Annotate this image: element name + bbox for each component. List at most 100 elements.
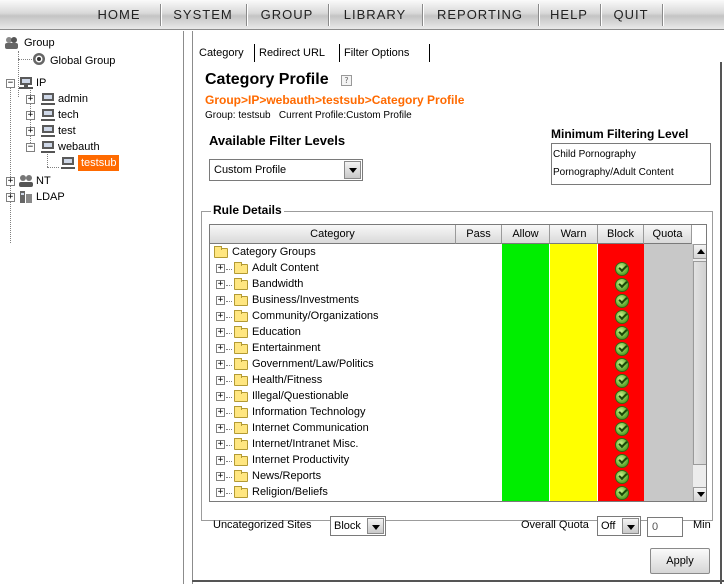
tab-category[interactable]: Category [199, 47, 244, 59]
menu-system[interactable]: SYSTEM [166, 0, 240, 30]
expand-icon[interactable]: + [6, 177, 15, 186]
column-header-pass[interactable]: Pass [456, 225, 502, 244]
apply-button[interactable]: Apply [650, 548, 710, 574]
check-icon[interactable] [615, 454, 629, 468]
expand-icon[interactable]: + [216, 456, 225, 465]
tab-redirect-url[interactable]: Redirect URL [259, 47, 325, 59]
dropdown-arrow-icon[interactable] [367, 518, 384, 534]
expand-icon[interactable]: + [216, 440, 225, 449]
table-row[interactable]: + Religion/Beliefs [210, 485, 692, 501]
tree-line [226, 333, 232, 334]
overall-quota-select[interactable]: Off [597, 516, 641, 536]
menu-group[interactable]: GROUP [252, 0, 322, 30]
expand-icon[interactable]: + [216, 344, 225, 353]
check-icon[interactable] [615, 438, 629, 452]
table-row[interactable]: + Community/Organizations [210, 309, 692, 325]
table-row[interactable]: + Internet/Intranet Misc. [210, 437, 692, 453]
folder-icon [234, 278, 248, 290]
menu-quit[interactable]: QUIT [606, 0, 656, 30]
expand-icon[interactable]: + [216, 280, 225, 289]
table-row[interactable]: + News/Reports [210, 469, 692, 485]
check-icon[interactable] [615, 262, 629, 276]
tree-item-ldap[interactable]: + LDAP [4, 189, 74, 205]
filter-level-select[interactable]: Custom Profile [209, 159, 363, 181]
table-row[interactable]: + Bandwidth [210, 277, 692, 293]
scrollbar-thumb[interactable] [693, 261, 706, 465]
expand-icon[interactable]: + [216, 328, 225, 337]
minutes-unit-label: Min [693, 519, 711, 531]
check-icon[interactable] [615, 294, 629, 308]
expand-icon[interactable]: + [6, 193, 15, 202]
table-row[interactable]: + Internet Communication [210, 421, 692, 437]
table-row[interactable]: + Education [210, 325, 692, 341]
table-row[interactable]: + Entertainment [210, 341, 692, 357]
tree-item-webauth[interactable]: − webauth [24, 139, 114, 155]
quota-minutes-input[interactable]: 0 [647, 517, 683, 537]
check-icon[interactable] [615, 422, 629, 436]
check-icon[interactable] [615, 470, 629, 484]
menu-reporting[interactable]: REPORTING [428, 0, 532, 30]
tree-item-test[interactable]: + test [24, 123, 104, 139]
uncategorized-action-select[interactable]: Block [330, 516, 386, 536]
tab-filter-options[interactable]: Filter Options [344, 47, 409, 59]
tree-item-admin[interactable]: + admin [24, 91, 104, 107]
dropdown-arrow-icon[interactable] [622, 518, 639, 534]
ldap-directory-icon [20, 191, 32, 203]
collapse-icon[interactable]: − [6, 79, 15, 88]
check-icon[interactable] [615, 278, 629, 292]
check-icon[interactable] [615, 310, 629, 324]
column-header-warn[interactable]: Warn [550, 225, 598, 244]
column-header-block[interactable]: Block [598, 225, 644, 244]
expand-icon[interactable]: + [26, 95, 35, 104]
check-icon[interactable] [615, 358, 629, 372]
scroll-down-icon[interactable] [693, 487, 706, 501]
check-icon[interactable] [615, 342, 629, 356]
top-menu-bar: HOME SYSTEM GROUP LIBRARY REPORTING HELP… [0, 0, 724, 30]
tree-item-nt[interactable]: + NT [4, 173, 64, 189]
expand-icon[interactable]: + [216, 312, 225, 321]
menu-help[interactable]: HELP [544, 0, 594, 30]
category-name: Religion/Beliefs [252, 486, 328, 498]
check-icon[interactable] [615, 374, 629, 388]
table-row[interactable]: + Government/Law/Politics [210, 357, 692, 373]
scroll-up-icon[interactable] [693, 244, 706, 259]
expand-icon[interactable]: + [216, 264, 225, 273]
check-icon[interactable] [615, 390, 629, 404]
expand-icon[interactable]: + [216, 488, 225, 497]
table-row[interactable]: + Internet Productivity [210, 453, 692, 469]
check-icon[interactable] [615, 486, 629, 500]
expand-icon[interactable]: + [26, 111, 35, 120]
tree-item-ip[interactable]: − IP [4, 75, 64, 91]
table-row[interactable]: + Information Technology [210, 405, 692, 421]
column-header-allow[interactable]: Allow [502, 225, 550, 244]
tree-item-tech[interactable]: + tech [24, 107, 104, 123]
folder-icon [234, 438, 248, 450]
table-row[interactable]: + Business/Investments [210, 293, 692, 309]
table-row[interactable]: + Illegal/Questionable [210, 389, 692, 405]
check-icon[interactable] [615, 326, 629, 340]
column-header-quota[interactable]: Quota [644, 225, 692, 244]
check-icon[interactable] [615, 406, 629, 420]
menu-home[interactable]: HOME [84, 0, 154, 30]
network-icon [41, 125, 55, 137]
expand-icon[interactable]: + [216, 376, 225, 385]
table-row[interactable]: + Health/Fitness [210, 373, 692, 389]
help-icon[interactable]: ? [341, 75, 352, 86]
menu-separator [538, 4, 540, 26]
expand-icon[interactable]: + [216, 296, 225, 305]
expand-icon[interactable]: + [216, 392, 225, 401]
expand-icon[interactable]: + [26, 127, 35, 136]
table-row-category-groups[interactable]: Category Groups [210, 245, 692, 261]
dropdown-arrow-icon[interactable] [344, 161, 361, 179]
column-header-category[interactable]: Category [210, 225, 456, 244]
menu-library[interactable]: LIBRARY [334, 0, 416, 30]
vertical-scrollbar[interactable] [692, 244, 706, 501]
tree-line [18, 59, 32, 60]
expand-icon[interactable]: + [216, 424, 225, 433]
collapse-icon[interactable]: − [26, 143, 35, 152]
expand-icon[interactable]: + [216, 472, 225, 481]
expand-icon[interactable]: + [216, 360, 225, 369]
expand-icon[interactable]: + [216, 408, 225, 417]
table-row[interactable]: + Adult Content [210, 261, 692, 277]
tree-item-testsub[interactable]: testsub [60, 155, 150, 171]
